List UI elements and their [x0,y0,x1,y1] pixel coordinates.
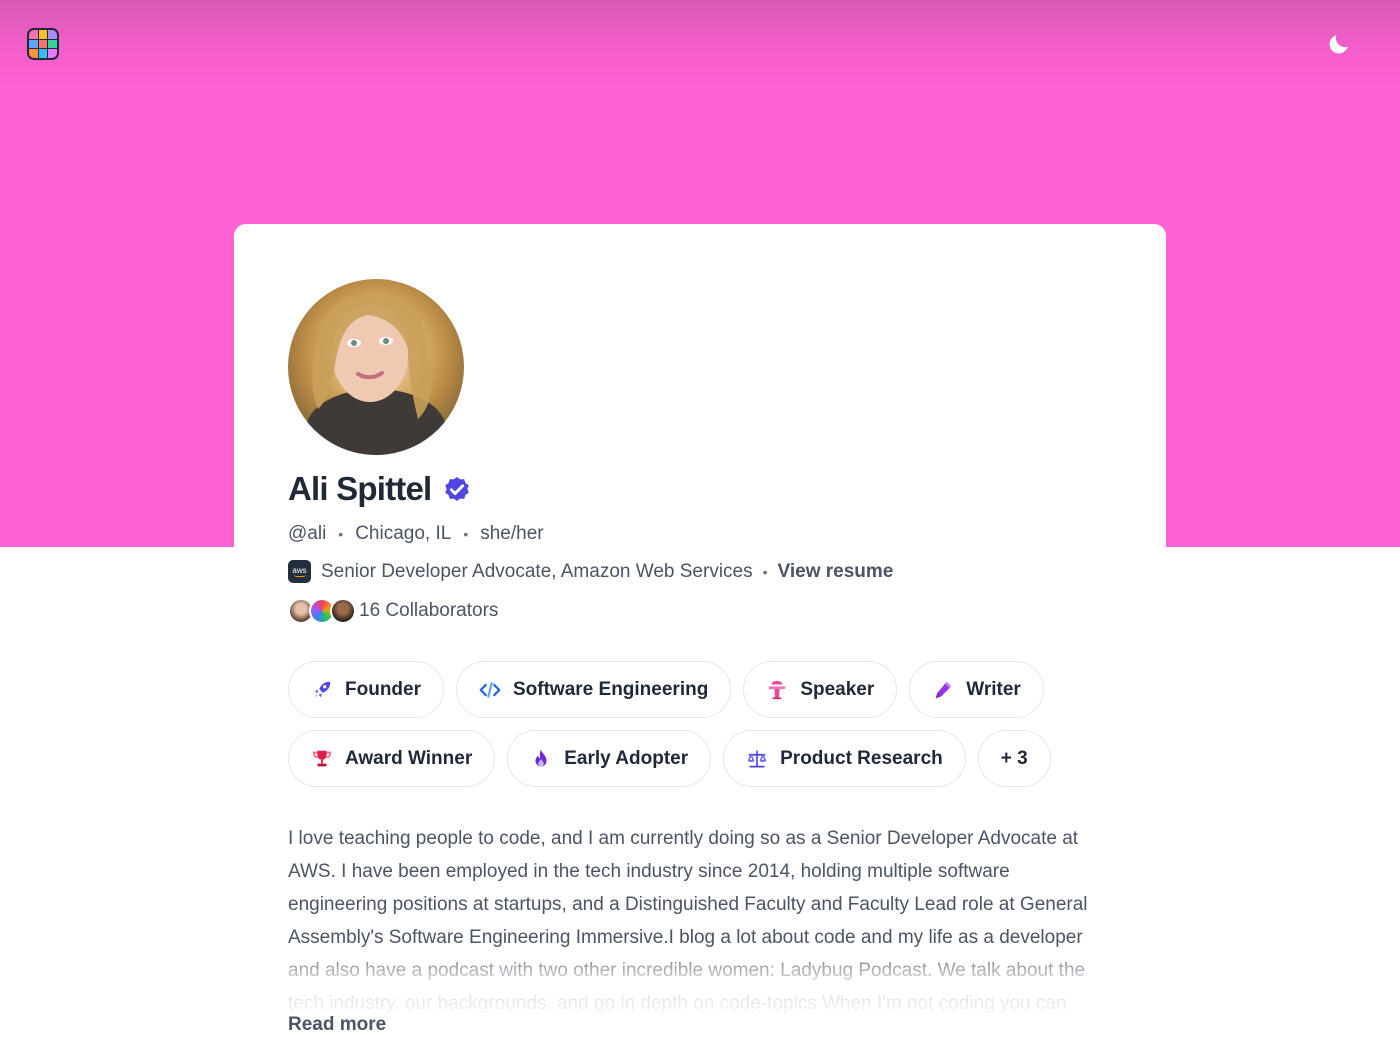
tag-label: Writer [966,678,1021,700]
podium-icon [766,679,788,701]
profile-meta: @ali • Chicago, IL • she/her [288,523,544,545]
avatar [288,279,464,455]
pen-icon [932,679,954,701]
bio-fade-overlay [234,944,1166,1024]
moon-icon[interactable] [1326,31,1352,57]
collaborator-avatars [288,598,356,624]
grid-logo-icon[interactable] [27,28,59,60]
separator-dot: • [463,526,469,542]
tag-label: Founder [345,678,421,700]
code-icon [479,679,501,701]
tag-label: Product Research [780,747,943,769]
avatar [330,598,356,624]
profile-card: Ali Spittel @ali • Chicago, IL • she/her… [234,224,1166,1050]
flame-icon [530,748,552,770]
job-title: Senior Developer Advocate, Amazon Web Se… [321,560,753,582]
read-more-button[interactable]: Read more [288,1014,386,1036]
collaborators[interactable]: 16 Collaborators [288,598,498,624]
tag-award-winner[interactable]: Award Winner [288,730,496,787]
separator-dot: • [762,563,768,580]
tag-label: Software Engineering [513,678,709,700]
tag-more-label: + 3 [1000,747,1028,769]
profile-location: Chicago, IL [355,523,452,544]
view-resume-link[interactable]: View resume [778,561,894,583]
tag-label: Award Winner [345,747,473,769]
separator-dot: • [338,526,344,542]
profile-name: Ali Spittel [288,470,432,507]
rocket-icon [311,679,333,701]
tag-early-adopter[interactable]: Early Adopter [507,730,712,787]
verified-badge-icon [445,477,470,501]
collaborators-count: 16 Collaborators [359,600,499,621]
tag-software-engineering[interactable]: Software Engineering [456,661,732,718]
profile-handle: @ali [288,523,327,544]
tag-writer[interactable]: Writer [909,661,1044,718]
name-row: Ali Spittel [288,470,473,508]
tag-product-research[interactable]: Product Research [723,730,966,787]
tag-more-button[interactable]: + 3 [977,730,1051,787]
tag-label: Speaker [800,678,875,700]
scale-icon [746,748,768,770]
profile-job: aws Senior Developer Advocate, Amazon We… [288,560,893,583]
profile-pronouns: she/her [480,523,544,544]
aws-logo-icon: aws [288,560,311,583]
tag-founder[interactable]: Founder [288,661,444,718]
trophy-icon [311,748,333,770]
tag-label: Early Adopter [564,747,689,769]
role-tags: Founder Software Engineering Speaker Wri… [288,661,1108,787]
tag-speaker[interactable]: Speaker [743,661,898,718]
